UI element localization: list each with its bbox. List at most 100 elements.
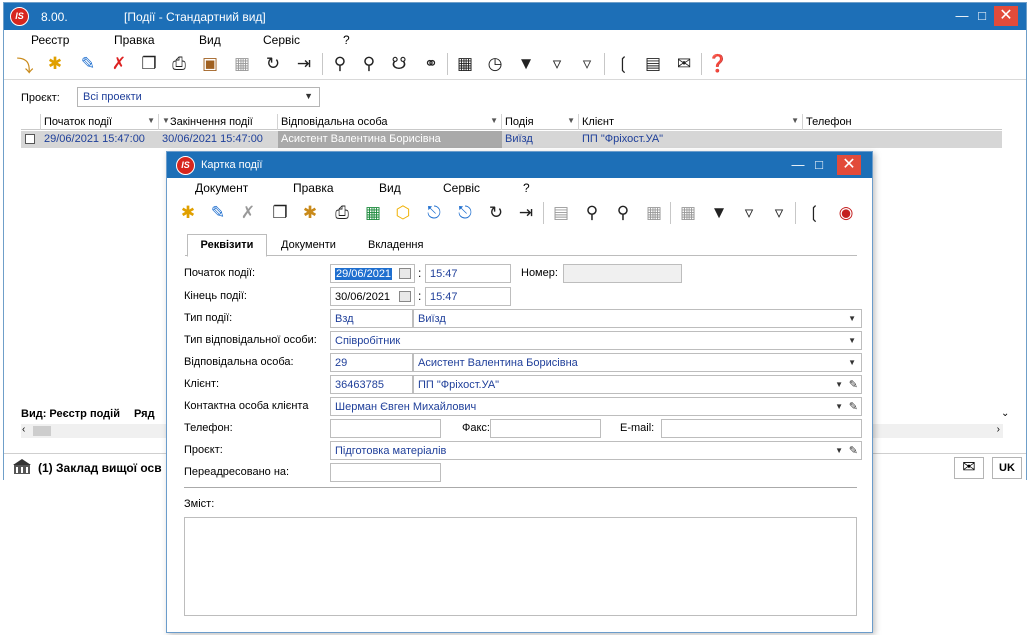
phone-icon[interactable]: ❲ bbox=[612, 53, 634, 75]
email-field[interactable] bbox=[661, 419, 862, 438]
create-icon[interactable]: ✱ bbox=[44, 53, 66, 75]
phone-field[interactable] bbox=[330, 419, 441, 438]
filter-arrow-icon[interactable]: ▼ bbox=[147, 116, 155, 125]
scroll-right-icon[interactable]: › bbox=[997, 424, 1000, 435]
dialog-close-button[interactable]: ✕ bbox=[837, 155, 861, 175]
hexagon-icon[interactable]: ⬡ bbox=[392, 202, 414, 224]
attachment-icon[interactable]: ⚭ bbox=[420, 53, 442, 75]
filter-icon[interactable]: ▼ bbox=[708, 202, 730, 224]
search-icon[interactable]: ⚲ bbox=[581, 202, 603, 224]
close-button[interactable]: ✕ bbox=[994, 6, 1018, 26]
dialog-titlebar[interactable]: IS Картка події — □ ✕ bbox=[167, 152, 872, 178]
tab-documents[interactable]: Документи bbox=[277, 237, 340, 253]
resp-type-select[interactable]: Співробітник ▼ bbox=[330, 331, 862, 350]
menu-service[interactable]: Сервіс bbox=[443, 181, 480, 195]
package-icon[interactable]: ▣ bbox=[199, 53, 221, 75]
event-code-field[interactable]: Взд bbox=[330, 309, 413, 328]
filter-arrow-icon[interactable]: ▼ bbox=[791, 116, 799, 125]
excel-icon[interactable]: ▦ bbox=[362, 202, 384, 224]
col-header-event[interactable]: Подія ▼ bbox=[502, 114, 579, 130]
menu-help[interactable]: ? bbox=[523, 181, 530, 195]
tab-attachments[interactable]: Вкладення bbox=[364, 237, 427, 253]
copy-icon[interactable]: ❐ bbox=[269, 202, 291, 224]
end-time-field[interactable]: 15:47 bbox=[425, 287, 511, 306]
client-code-field[interactable]: 36463785 bbox=[330, 375, 413, 394]
search-next-icon[interactable]: ⚲ bbox=[612, 202, 634, 224]
menu-edit[interactable]: Правка bbox=[293, 181, 334, 195]
refresh-icon[interactable]: ↻ bbox=[485, 202, 507, 224]
project-select[interactable]: Всі проекти ▼ bbox=[77, 87, 320, 107]
filter-arrow-icon[interactable]: ▼ bbox=[567, 116, 575, 125]
col-header-client[interactable]: Клієнт ▼ bbox=[579, 114, 803, 130]
note-icon[interactable]: ▤ bbox=[642, 53, 664, 75]
menu-view[interactable]: Вид bbox=[199, 33, 221, 47]
print-icon[interactable]: ⎙ bbox=[331, 202, 353, 224]
open-icon[interactable]: ⤵ bbox=[14, 53, 36, 76]
pencil-icon[interactable]: ✎ bbox=[849, 444, 858, 457]
minimize-button[interactable]: — bbox=[951, 6, 973, 26]
filter-clear-icon[interactable]: ▿ bbox=[768, 202, 790, 224]
scrollbar-thumb[interactable] bbox=[33, 426, 51, 436]
filter-icon[interactable]: ▼ bbox=[515, 53, 537, 75]
edit-icon[interactable]: ✎ bbox=[207, 202, 229, 224]
menu-view[interactable]: Вид bbox=[379, 181, 401, 195]
clock-doc-icon[interactable]: ◷ bbox=[484, 53, 506, 75]
col-header-phone[interactable]: Телефон bbox=[803, 114, 1002, 130]
client-name-select[interactable]: ПП "Фріхост.УА" ▼ ✎ bbox=[413, 375, 862, 394]
scroll-down-icon[interactable]: ⌄ bbox=[1001, 408, 1009, 419]
dialog-minimize-button[interactable]: — bbox=[787, 155, 809, 175]
col-header-end[interactable]: Закінчення події ▼ bbox=[159, 114, 278, 130]
filter-clear-icon[interactable]: ▿ bbox=[576, 53, 598, 75]
filter-edit-icon[interactable]: ▿ bbox=[738, 202, 760, 224]
archive-icon[interactable]: ▦ bbox=[643, 202, 665, 224]
menu-registry[interactable]: Реєстр bbox=[31, 33, 69, 47]
redirected-field[interactable] bbox=[330, 463, 441, 482]
table-row[interactable]: 29/06/2021 15:47:00 30/06/2021 15:47:00 … bbox=[21, 131, 1002, 148]
pencil-icon[interactable]: ✎ bbox=[849, 378, 858, 391]
calendar-icon[interactable] bbox=[399, 291, 411, 302]
content-textarea[interactable] bbox=[184, 517, 857, 616]
excel-icon[interactable]: ▦ bbox=[231, 53, 253, 75]
project-select[interactable]: Підготовка матеріалів ▼ ✎ bbox=[330, 441, 862, 460]
new-doc-icon[interactable]: ✱ bbox=[299, 202, 321, 224]
pencil-icon[interactable]: ✎ bbox=[849, 400, 858, 413]
menu-service[interactable]: Сервіс bbox=[263, 33, 300, 47]
start-time-field[interactable]: 15:47 bbox=[425, 264, 511, 283]
filter-edit-icon[interactable]: ▿ bbox=[546, 53, 568, 75]
filter-arrow-icon[interactable]: ▼ bbox=[490, 116, 498, 125]
menu-help[interactable]: ? bbox=[343, 33, 350, 47]
grid-icon[interactable]: ▦ bbox=[454, 53, 476, 75]
delete-icon[interactable]: ✗ bbox=[237, 202, 259, 224]
exit-icon[interactable]: ⇥ bbox=[293, 53, 315, 75]
tab-requisites[interactable]: Реквізити bbox=[187, 234, 267, 257]
search-icon[interactable]: ⚲ bbox=[329, 53, 351, 75]
doc-up-icon[interactable]: ⎋ bbox=[423, 202, 445, 224]
menu-document[interactable]: Документ bbox=[195, 181, 248, 195]
delete-icon[interactable]: ✗ bbox=[108, 53, 130, 75]
search-next-icon[interactable]: ⚲ bbox=[358, 53, 380, 75]
fax-field[interactable] bbox=[490, 419, 601, 438]
copy-icon[interactable]: ❐ bbox=[138, 53, 160, 75]
main-titlebar[interactable]: IS 8.00. [Події - Стандартний вид] — □ ✕ bbox=[4, 3, 1026, 30]
print-icon[interactable]: ⎙ bbox=[168, 53, 190, 75]
scroll-left-icon[interactable]: ‹ bbox=[22, 424, 25, 435]
record-icon[interactable]: ◉ bbox=[835, 202, 857, 224]
maximize-button[interactable]: □ bbox=[971, 6, 993, 26]
exit-icon[interactable]: ⇥ bbox=[515, 202, 537, 224]
resp-name-select[interactable]: Асистент Валентина Борисівна ▼ bbox=[413, 353, 862, 372]
save-icon[interactable]: ▤ bbox=[550, 202, 572, 224]
refresh-icon[interactable]: ↻ bbox=[262, 53, 284, 75]
menu-edit[interactable]: Правка bbox=[114, 33, 155, 47]
calendar-icon[interactable] bbox=[399, 268, 411, 279]
mail-icon[interactable]: ✉ bbox=[673, 53, 695, 75]
language-button[interactable]: UK bbox=[992, 457, 1022, 479]
help-icon[interactable]: ❓ bbox=[707, 53, 729, 75]
dialog-maximize-button[interactable]: □ bbox=[808, 155, 830, 175]
row-checkbox[interactable] bbox=[25, 134, 35, 144]
edit-icon[interactable]: ✎ bbox=[77, 53, 99, 75]
contact-select[interactable]: Шерман Євген Михайлович ▼ ✎ bbox=[330, 397, 862, 416]
event-name-select[interactable]: Виїзд ▼ bbox=[413, 309, 862, 328]
organization-status[interactable]: (1) Заклад вищої осв bbox=[38, 461, 162, 475]
col-header-start[interactable]: Початок події ▼ bbox=[41, 114, 159, 130]
grid-icon[interactable]: ▦ bbox=[677, 202, 699, 224]
